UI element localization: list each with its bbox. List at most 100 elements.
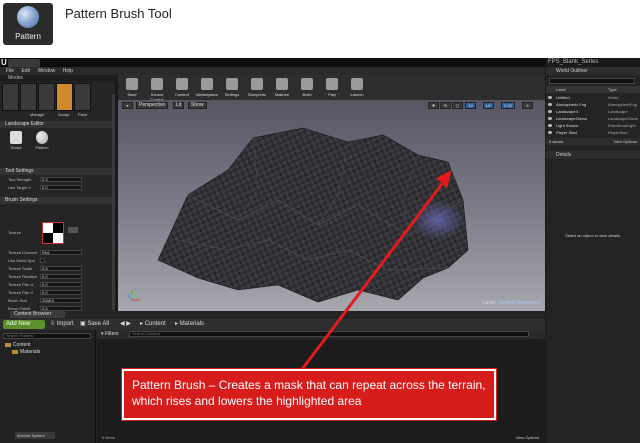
visibility-eye-icon[interactable] [548,110,552,113]
main-toolbar: SaveSource ControlContentMarketplaceSett… [118,75,545,102]
sculpt-tool[interactable]: Sculpt [6,131,26,153]
place-mode-button[interactable] [2,83,19,111]
prop-use-target: Use Target V 0.0 [0,184,115,191]
toolbar-button[interactable]: Marketplace [196,77,218,98]
tool-settings-header[interactable]: Tool Settings [0,168,115,175]
texture-dropdown[interactable] [68,227,78,233]
mode-label-paint: Paint [78,112,88,117]
visibility-eye-icon[interactable] [548,124,552,127]
level-indicator: Level: Untitled (Persistent) [483,300,542,306]
outliner-row[interactable]: Atmospheric Fog AtmosphericFog [546,102,640,108]
brush-setting-field[interactable]: 2048.0 [40,298,82,303]
filters-button[interactable]: ▾ Filters [101,331,119,338]
visibility-eye-icon[interactable] [548,117,552,120]
menu-help[interactable]: Help [63,68,73,74]
foliage-mode-button[interactable] [74,83,91,111]
outliner-row[interactable]: Light Source DirectionalLight [546,123,640,129]
toolbar-button[interactable]: Matinee [272,77,292,98]
folder-search-input[interactable]: Search Folders [3,333,91,339]
actor-count: 6 actors [549,139,564,144]
landscape-mode-button[interactable] [56,83,73,111]
viewport[interactable]: ▾ Perspective Lit Show ✥ ⟳ ◻ 10 10° 0.25… [118,100,545,311]
content-browser-tab[interactable]: Content Browser [10,311,65,318]
landscape-terrain [127,127,469,303]
callout-box: Pattern Brush – Creates a mask that can … [121,368,497,421]
toolbar-button[interactable]: Source Control [147,77,167,102]
toolbar-icon [251,78,263,90]
prop-brush-setting: Texture Pan U 0.0 [0,281,115,288]
toolbar-icon [151,78,163,90]
brush-mode-button[interactable] [38,83,55,111]
logo-label: Pattern [15,32,41,41]
toolbar-icon [201,78,213,90]
add-new-button[interactable]: Add New [3,320,45,329]
landscape-editor-header[interactable]: Landscape Editor [0,121,115,128]
use-target-field[interactable]: 0.0 [40,185,82,190]
bottom-tab[interactable]: Internal System [15,432,55,439]
brush-setting-field[interactable] [40,258,45,263]
visibility-eye-icon[interactable] [548,103,552,106]
prop-brush-setting: Texture Channel Red [0,249,115,256]
brush-setting-field[interactable]: 0.0 [40,274,82,279]
brush-settings-header[interactable]: Brush Settings [0,197,115,204]
prop-brush-setting: Texture Rotation 0.0 [0,273,115,280]
toolbar-button[interactable]: Build [297,77,317,98]
sculpt-brush-icon [10,131,22,144]
menu-window[interactable]: Window [37,68,55,74]
brush-setting-field[interactable]: 0.0 [40,290,82,295]
slide-title: Pattern Brush Tool [65,6,172,21]
path-content[interactable]: ▸ Content [140,320,166,329]
pattern-tool[interactable]: Pattern [32,131,52,153]
pattern-brush-icon [17,6,39,28]
world-outliner-title[interactable]: World Outliner [546,67,640,75]
toolbar-icon [301,78,313,90]
prop-tool-strength: Tool Strength 0.3 [0,176,115,183]
tool-strength-field[interactable]: 0.3 [40,177,82,182]
details-title[interactable]: Details [546,151,640,159]
paint-mode-button[interactable] [20,83,37,111]
visibility-eye-icon[interactable] [548,131,552,134]
toolbar-icon [126,78,138,90]
outliner-row[interactable]: Player Start PlayerStart [546,130,640,136]
mode-label-sculpt: Sculpt [58,112,70,117]
outliner-row[interactable]: LandscapeGizmo LandscapeGizmo [546,116,640,122]
save-all-button[interactable]: ▣ Save All [80,320,109,329]
toolbar-button[interactable]: Play [322,77,342,98]
texture-thumbnail[interactable] [42,222,64,244]
menu-bar: File Edit Window Help [0,67,545,75]
mode-toolbar: Manage Sculpt Paint [2,83,112,119]
prop-brush-setting: Use World Spa [0,257,115,264]
toolbar-icon [276,78,288,90]
pattern-tool-logo: Pattern [3,3,53,45]
brush-setting-field[interactable]: 0.5 [40,266,82,271]
outliner-view-options[interactable]: View Options [614,138,638,145]
outliner-search-input[interactable] [549,78,635,84]
prop-brush-setting: Brush Size 2048.0 [0,297,115,304]
toolbar-button[interactable]: Settings [222,77,242,98]
toolbar-icon [176,78,188,90]
outliner-row[interactable]: Landscape4 Landscape [546,109,640,115]
back-forward-icon[interactable]: ◀ ▶ [120,320,131,329]
toolbar-icon [351,78,363,90]
asset-search-input[interactable]: Search Content [129,331,529,337]
folder-materials[interactable]: Materials [12,349,40,355]
toolbar-button[interactable]: Save [122,77,142,98]
path-materials[interactable]: ▸ Materials [175,320,204,329]
menu-edit[interactable]: Edit [21,68,30,74]
toolbar-button[interactable]: Launch [347,77,367,98]
outliner-row[interactable]: Untitled World [546,95,640,101]
level-tab[interactable] [8,59,40,67]
toolbar-button[interactable]: Content [172,77,192,98]
brush-setting-field[interactable]: 0.0 [40,282,82,287]
import-button[interactable]: ⇩ Import [50,320,74,329]
modes-title: Modes [0,75,115,82]
mode-label-manage: Manage [30,112,45,117]
menu-file[interactable]: File [6,68,14,74]
toolbar-button[interactable]: Blueprints [247,77,267,98]
folder-content[interactable]: Content [5,342,31,348]
outliner-column-header: Label Type [546,86,640,93]
folder-tree: Search Folders Content Materials [0,330,96,443]
asset-view-options[interactable]: View Options [516,435,540,440]
brush-setting-field[interactable]: Red [40,250,82,255]
visibility-eye-icon[interactable] [548,96,552,99]
